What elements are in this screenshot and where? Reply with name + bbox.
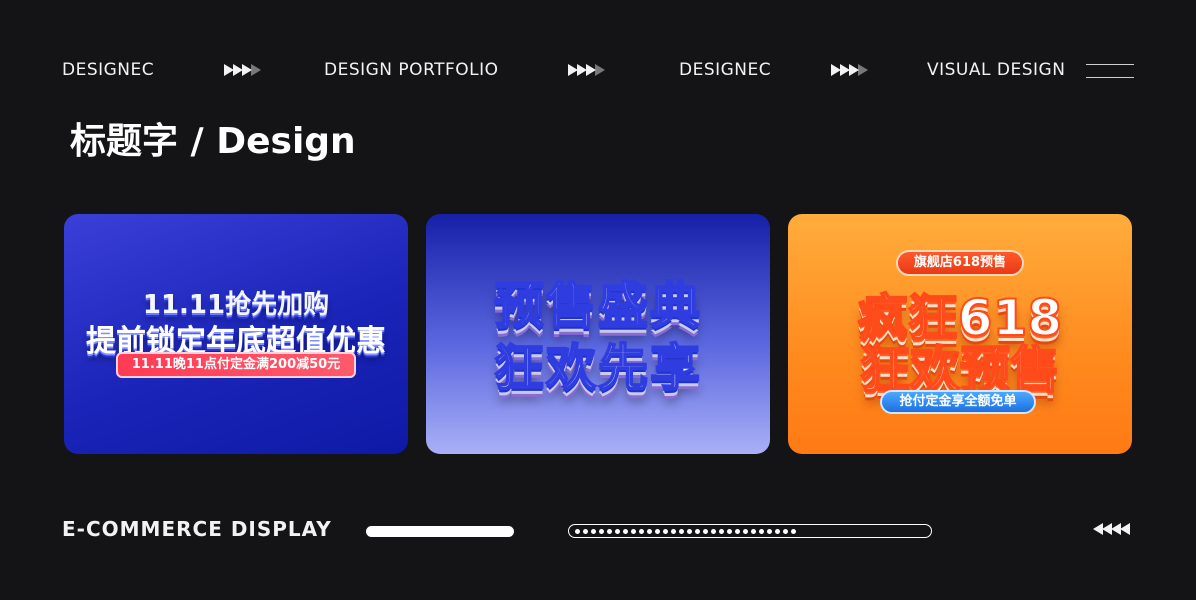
triple-arrow-right-icon [831, 64, 868, 76]
dot-mark [599, 528, 604, 534]
dot-mark [575, 528, 580, 534]
triple-arrow-right-icon [224, 64, 261, 76]
banner-card-double-eleven[interactable]: 11.11抢先加购 提前锁定年底超值优惠 11.11晚11点付定金满200减50… [64, 214, 408, 454]
dot-mark [591, 528, 596, 534]
dot-mark [735, 528, 740, 534]
page-title: 标题字 / Design [70, 121, 356, 162]
banner-title-block: 预售盛典 狂欢先享 [476, 266, 720, 398]
banner-subheadline: 狂欢先享 [493, 338, 702, 398]
triple-arrow-left-icon[interactable] [1093, 523, 1130, 535]
dot-mark [607, 528, 612, 534]
nav-item-designec-2[interactable]: DESIGNEC [679, 58, 771, 82]
dot-mark [719, 528, 724, 534]
dot-mark [759, 528, 764, 534]
dot-mark [703, 528, 708, 534]
banner-card-presale[interactable]: 预售盛典 狂欢先享 [426, 214, 770, 454]
dot-mark [727, 528, 732, 534]
dot-mark [767, 528, 772, 534]
banner-card-618[interactable]: 旗舰店618预售 疯狂618 狂欢预售 抢付定金享全额免单 [788, 214, 1132, 454]
progress-pill [366, 526, 514, 537]
nav-item-designec[interactable]: DESIGNEC [62, 58, 154, 82]
dot-mark [791, 528, 796, 534]
nav-item-visual-design[interactable]: VISUAL DESIGN [927, 58, 1065, 82]
dot-mark [663, 528, 668, 534]
dot-mark [679, 528, 684, 534]
dot-mark [751, 528, 756, 534]
dotted-pill [568, 524, 932, 538]
dot-mark [775, 528, 780, 534]
double-line-icon[interactable] [1086, 64, 1134, 78]
nav-item-design-portfolio[interactable]: DESIGN PORTFOLIO [324, 58, 499, 82]
dot-mark [743, 528, 748, 534]
dot-mark [687, 528, 692, 534]
dot-mark [647, 528, 652, 534]
dot-mark [631, 528, 636, 534]
dot-mark [583, 528, 588, 534]
dot-mark [655, 528, 660, 534]
dot-mark [615, 528, 620, 534]
dot-mark [695, 528, 700, 534]
dot-mark [623, 528, 628, 534]
dot-mark [671, 528, 676, 534]
dot-mark [783, 528, 788, 534]
top-navigation: DESIGNEC DESIGN PORTFOLIO DESIGNEC VISUA… [0, 58, 1196, 82]
section-label: E-COMMERCE DISPLAY [62, 517, 332, 541]
dot-mark [711, 528, 716, 534]
triple-arrow-right-icon [568, 64, 605, 76]
banner-pill: 旗舰店618预售 [896, 250, 1024, 276]
dot-mark [639, 528, 644, 534]
banner-bar: 抢付定金享全额免单 [880, 390, 1036, 414]
banner-tag: 11.11晚11点付定金满200减50元 [116, 352, 356, 378]
